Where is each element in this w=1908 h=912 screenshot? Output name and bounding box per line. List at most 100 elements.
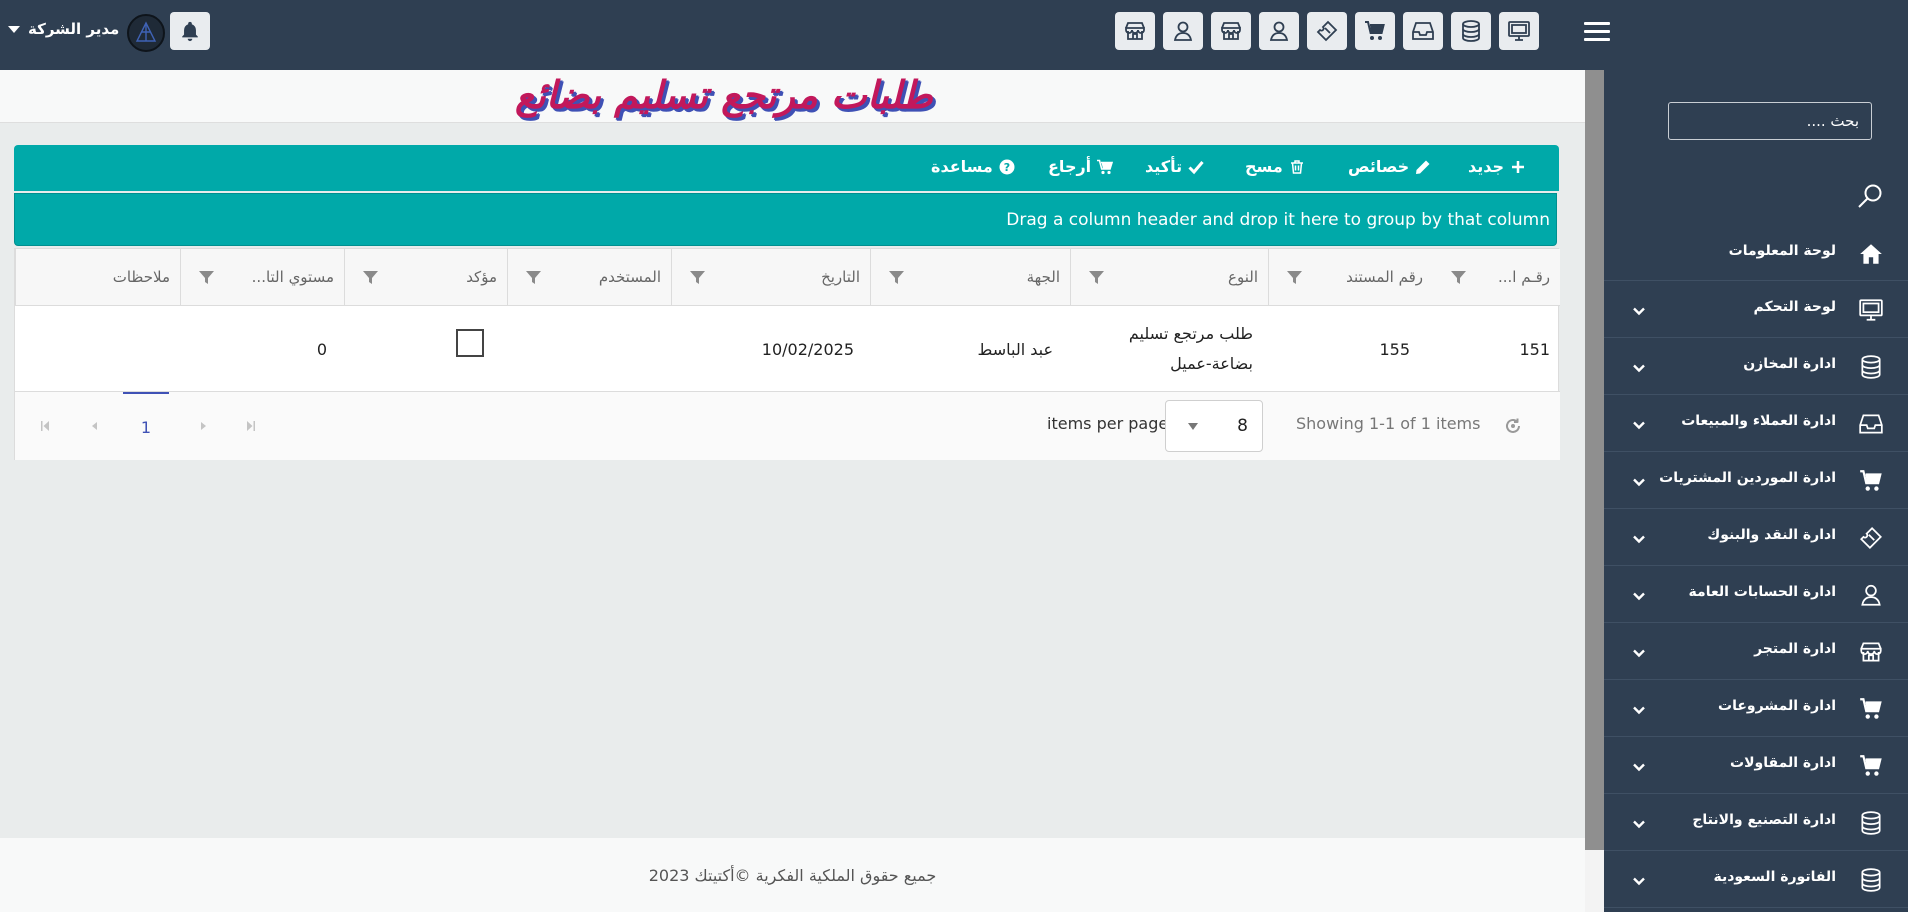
user-icon[interactable] (1259, 12, 1299, 50)
column-header-id[interactable]: رقـم ا... (1433, 249, 1560, 306)
refresh-icon[interactable] (1503, 416, 1523, 436)
database-icon[interactable] (1451, 12, 1491, 50)
sidebar-item[interactable]: ادارة المشروعات (1604, 680, 1908, 737)
user-menu[interactable]: مدير الشركة (8, 20, 119, 38)
column-header-label: النوع (1228, 268, 1258, 286)
cell-type: طلب مرتجع تسليم بضاعة-عميل (1129, 306, 1253, 392)
sidebar-item[interactable]: لوحة المعلومات (1604, 225, 1908, 281)
filter-icon[interactable] (199, 270, 214, 285)
chevron-down-icon[interactable] (1632, 531, 1646, 545)
filter-icon[interactable] (363, 270, 378, 285)
sidebar-item[interactable]: ادارة التصنيع والانتاج (1604, 794, 1908, 851)
sidebar-item[interactable]: ادارة النقد والبنوك (1604, 509, 1908, 566)
column-header-date[interactable]: التاريخ (671, 249, 870, 306)
last-page-icon[interactable] (243, 418, 259, 434)
sidebar-item-label: ادارة الحسابات العامة (1688, 584, 1836, 600)
column-header-label: المستخدم (598, 268, 661, 286)
cell-type-line: بضاعة-عميل (1170, 354, 1253, 373)
page-number[interactable]: 1 (123, 392, 169, 460)
confirmed-checkbox[interactable] (456, 329, 484, 357)
cart-icon (1858, 468, 1884, 494)
new-button[interactable]: جديد (1468, 157, 1526, 176)
store-icon[interactable] (1211, 12, 1251, 50)
first-page-icon[interactable] (37, 418, 53, 434)
sidebar-item[interactable]: ادارة المخازن (1604, 338, 1908, 395)
column-header-notes[interactable]: ملاحظات (15, 249, 180, 306)
menu-toggle-button[interactable] (1584, 22, 1610, 44)
sidebar-search-input[interactable] (1668, 102, 1872, 140)
filter-icon[interactable] (690, 270, 705, 285)
chevron-down-icon[interactable] (1632, 873, 1646, 887)
help-icon: ? (999, 159, 1015, 174)
sidebar: لوحة المعلومات لوحة التحكم ادارة المخازن اد… (1604, 70, 1908, 912)
filter-icon[interactable] (889, 270, 904, 285)
column-header-type[interactable]: النوع (1070, 249, 1268, 306)
ticket-icon[interactable] (1307, 12, 1347, 50)
filter-icon[interactable] (1451, 270, 1466, 285)
search-icon[interactable] (1856, 182, 1884, 210)
user-icon[interactable] (1163, 12, 1203, 50)
cart-icon (1858, 696, 1884, 722)
sidebar-item-label: ادارة الموردين المشتريات (1659, 470, 1836, 486)
inbox-icon[interactable] (1403, 12, 1443, 50)
sidebar-item[interactable]: ادارة الموردين المشتريات (1604, 452, 1908, 509)
filter-icon[interactable] (1089, 270, 1104, 285)
pencil-icon (1416, 160, 1430, 174)
footer: جميع حقوق الملكية الفكرية ©أكتيتك 2023 (0, 838, 1585, 912)
confirm-button[interactable]: تأكيد (1145, 157, 1204, 176)
items-per-page-select[interactable]: 8 (1165, 400, 1263, 452)
column-header-label: مستوي التا... (251, 268, 334, 286)
avatar[interactable] (127, 14, 165, 52)
sidebar-item[interactable]: ادارة الحسابات العامة (1604, 566, 1908, 623)
sidebar-item[interactable]: ادارة المقاولات (1604, 737, 1908, 794)
return-button[interactable]: أرجاع (1048, 157, 1114, 176)
column-header-party[interactable]: الجهة (870, 249, 1070, 306)
delete-button[interactable]: مسح (1245, 157, 1305, 176)
grid-header: رقـم ا... رقم المستند النوع الجهة التاري… (15, 249, 1560, 306)
monitor-icon[interactable] (1499, 12, 1539, 50)
chevron-down-icon[interactable] (1632, 474, 1646, 488)
filter-icon[interactable] (526, 270, 541, 285)
chevron-down-icon[interactable] (1632, 816, 1646, 830)
column-header-label: رقم المستند (1346, 268, 1423, 286)
help-button[interactable]: ? مساعدة (931, 157, 1015, 176)
sidebar-item[interactable]: ادارة المتجر (1604, 623, 1908, 680)
items-per-page-value: 8 (1237, 416, 1248, 436)
prev-page-icon[interactable] (87, 418, 103, 434)
column-header-confirmed[interactable]: مؤكد (344, 249, 507, 306)
cell-doc-no: 155 (1379, 339, 1410, 359)
cell-id: 151 (1519, 339, 1550, 359)
column-header-user[interactable]: المستخدم (507, 249, 671, 306)
sidebar-item-label: لوحة المعلومات (1728, 243, 1836, 259)
group-drop-zone[interactable]: Drag a column header and drop it here to… (14, 193, 1557, 246)
chevron-down-icon[interactable] (1632, 417, 1646, 431)
column-header-level[interactable]: مستوي التا... (180, 249, 344, 306)
chevron-down-icon[interactable] (1632, 645, 1646, 659)
sidebar-item[interactable]: لوحة التحكم (1604, 281, 1908, 338)
sidebar-item[interactable]: الفاتورة السعودية (1604, 851, 1908, 908)
sidebar-item[interactable]: ادارة العملاء والمبيعات (1604, 395, 1908, 452)
column-header-doc-no[interactable]: رقم المستند (1268, 249, 1433, 306)
chevron-down-icon[interactable] (1632, 702, 1646, 716)
chevron-down-icon[interactable] (1632, 759, 1646, 773)
next-page-icon[interactable] (195, 418, 211, 434)
chevron-down-icon[interactable] (1632, 588, 1646, 602)
table-row[interactable]: 151 155 طلب مرتجع تسليم بضاعة-عميل عبد ا… (15, 306, 1560, 392)
sidebar-item-label: ادارة المخازن (1743, 356, 1836, 372)
filter-icon[interactable] (1287, 270, 1302, 285)
sidebar-item-label: لوحة التحكم (1753, 299, 1836, 315)
cart-icon[interactable] (1355, 12, 1395, 50)
store-icon[interactable] (1115, 12, 1155, 50)
chevron-down-icon[interactable] (1632, 303, 1646, 317)
scrollbar-thumb[interactable] (1585, 70, 1604, 850)
properties-button[interactable]: خصائص (1348, 157, 1431, 176)
items-per-page-label: items per page (1047, 414, 1169, 433)
user-name: مدير الشركة (28, 20, 120, 38)
database-icon (1858, 810, 1884, 836)
chevron-down-icon[interactable] (1632, 360, 1646, 374)
delete-button-label: مسح (1245, 157, 1283, 176)
notifications-button[interactable] (170, 12, 210, 50)
home-icon (1858, 241, 1884, 267)
scrollbar-track[interactable] (1585, 850, 1604, 912)
cell-date: 10/02/2025 (761, 339, 854, 359)
